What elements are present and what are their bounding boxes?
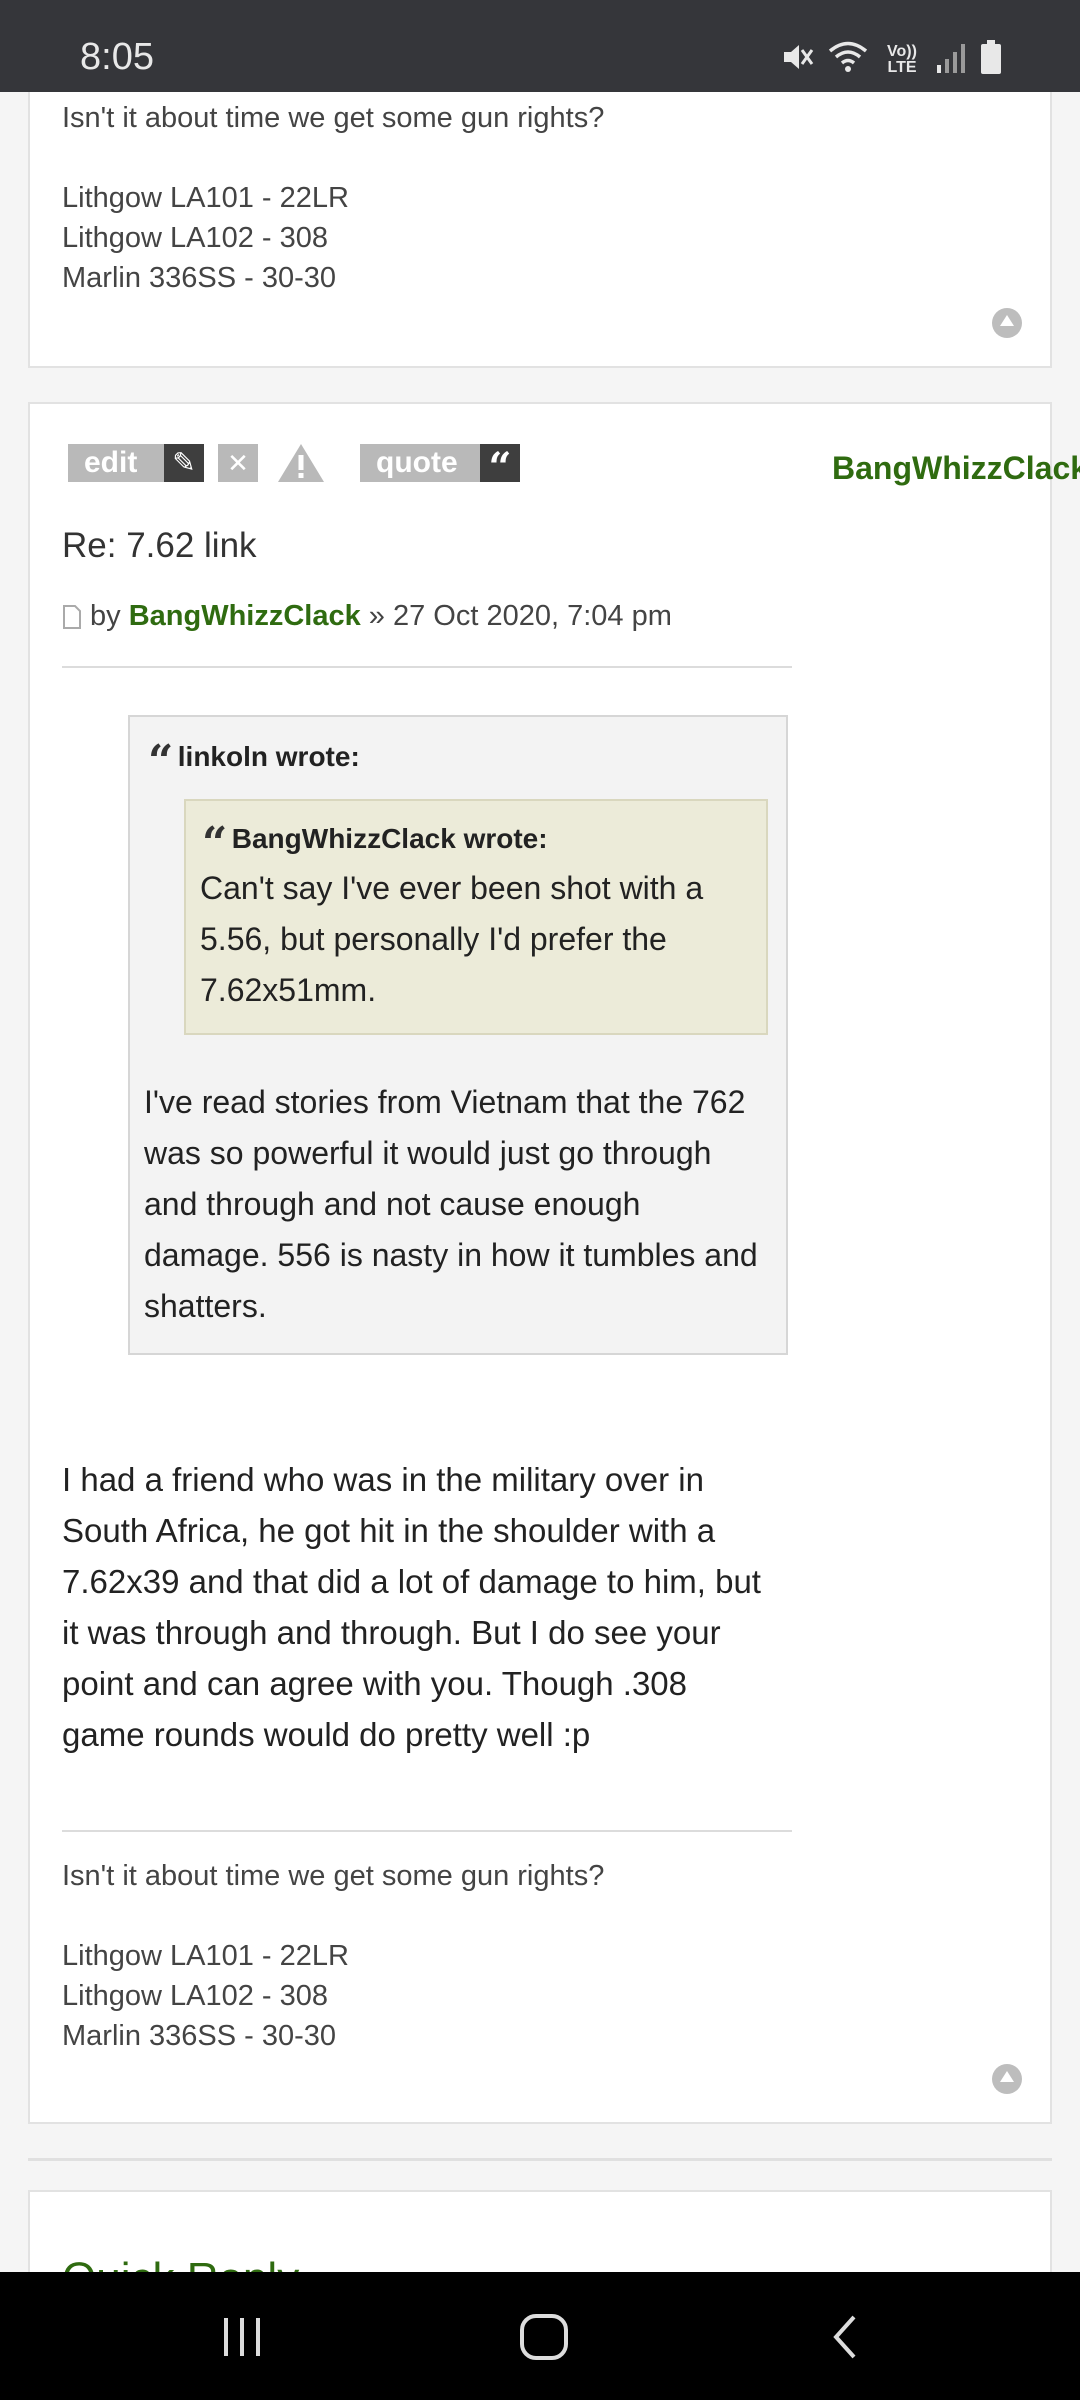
body-line: game rounds would do pretty well :p xyxy=(62,1716,591,1753)
quote-mark-icon: “ xyxy=(202,817,228,869)
body-line: I had a friend who was in the military o… xyxy=(62,1461,704,1498)
signature-line: Lithgow LA101 - 22LR xyxy=(62,182,349,214)
quick-reply-panel: Quick Reply xyxy=(28,2190,1052,2272)
back-to-top-icon[interactable] xyxy=(992,2064,1022,2094)
body-line: point and can agree with you. Though .30… xyxy=(62,1665,688,1702)
quote-line: 5.56, but personally I'd prefer the xyxy=(200,921,667,957)
post-meta-by: by xyxy=(90,600,121,632)
back-button[interactable] xyxy=(822,2312,872,2362)
post: edit ✎ ✕ quote “ BangWhizzClack Re: 7.62 l… xyxy=(28,402,1080,2124)
signature-line: Isn't it about time we get some gun righ… xyxy=(62,102,605,134)
back-icon xyxy=(833,2315,856,2359)
post-body: I had a friend who was in the military o… xyxy=(62,1454,761,1760)
quote-block: “ linkoln wrote: “ BangWhizzClack wrote:… xyxy=(128,715,788,1355)
quote-line: I've read stories from Vietnam that the … xyxy=(144,1084,746,1120)
nested-quote-cite: “ BangWhizzClack wrote: xyxy=(202,817,548,869)
signature-line: Isn't it about time we get some gun righ… xyxy=(62,1860,605,1892)
nested-quote-author: BangWhizzClack wrote: xyxy=(231,823,548,854)
quote-line: damage. 556 is nasty in how it tumbles a… xyxy=(144,1237,758,1273)
section-divider xyxy=(28,2158,1052,2161)
signature-line: Marlin 336SS - 30-30 xyxy=(62,2020,337,2052)
nested-quote-text: Can't say I've ever been shot with a 5.5… xyxy=(200,863,703,1016)
post-title[interactable]: Re: 7.62 link xyxy=(62,526,257,566)
close-icon: ✕ xyxy=(227,448,249,478)
body-line: it was through and through. But I do see… xyxy=(62,1614,721,1651)
edit-button-label: edit xyxy=(84,446,138,479)
quote-button-label: quote xyxy=(376,446,458,479)
quote-line: and through and not cause enough xyxy=(144,1186,641,1222)
report-button[interactable] xyxy=(276,442,326,484)
quote-text: I've read stories from Vietnam that the … xyxy=(144,1077,758,1332)
quick-reply-title[interactable]: Quick Reply xyxy=(62,2254,299,2272)
quote-icon: “ xyxy=(480,444,520,491)
delete-button[interactable]: ✕ xyxy=(218,444,258,482)
signature-line: Lithgow LA102 - 308 xyxy=(62,222,329,254)
status-bar: 8:05 Vo)) LTE xyxy=(0,0,1080,92)
status-time: 8:05 xyxy=(80,36,154,78)
signature-divider xyxy=(62,1830,792,1832)
navigation-bar xyxy=(0,2272,1080,2400)
nested-quote-block: “ BangWhizzClack wrote: Can't say I've e… xyxy=(184,799,768,1035)
signature-line: Lithgow LA101 - 22LR xyxy=(62,1940,349,1972)
quote-author: linkoln wrote: xyxy=(177,741,360,772)
recents-icon xyxy=(224,2318,260,2356)
body-line: 7.62x39 and that did a lot of damage to … xyxy=(62,1563,761,1600)
status-icons: Vo)) LTE xyxy=(780,40,1002,79)
post-meta: by BangWhizzClack » 27 Oct 2020, 7:04 pm xyxy=(62,600,672,633)
body-line: South Africa, he got hit in the shoulder… xyxy=(62,1512,716,1549)
wifi-icon xyxy=(828,40,868,79)
quote-line: was so powerful it would just go through xyxy=(144,1135,712,1171)
home-icon xyxy=(520,2314,568,2360)
post-date: » 27 Oct 2020, 7:04 pm xyxy=(368,600,672,632)
topic-content: Isn't it about time we get some gun righ… xyxy=(0,92,1080,2272)
quote-cite: “ linkoln wrote: xyxy=(148,735,360,787)
quote-button[interactable]: quote “ xyxy=(360,444,520,491)
pencil-icon: ✎ xyxy=(164,444,204,482)
volte-icon: Vo)) LTE xyxy=(887,42,917,76)
post-author-sidebar[interactable]: BangWhizzClack xyxy=(832,450,1080,487)
header-divider xyxy=(62,666,792,668)
battery-icon xyxy=(980,40,1002,79)
file-icon[interactable] xyxy=(62,605,82,629)
quote-mark-icon: “ xyxy=(148,735,174,787)
post-author-link[interactable]: BangWhizzClack xyxy=(129,600,361,632)
signal-icon xyxy=(936,41,966,78)
home-button[interactable] xyxy=(516,2312,572,2362)
post-signature: Isn't it about time we get some gun righ… xyxy=(62,1856,604,2056)
edit-button[interactable]: edit ✎ xyxy=(68,444,204,482)
recent-apps-button[interactable] xyxy=(212,2312,272,2362)
quote-line: shatters. xyxy=(144,1288,267,1324)
signature-line: Marlin 336SS - 30-30 xyxy=(62,262,337,294)
back-to-top-icon[interactable] xyxy=(992,308,1022,338)
quote-line: Can't say I've ever been shot with a xyxy=(200,870,704,906)
post-signature: Isn't it about time we get some gun righ… xyxy=(62,98,604,298)
previous-post: Isn't it about time we get some gun righ… xyxy=(28,92,1052,368)
quote-line: 7.62x51mm. xyxy=(200,972,377,1008)
warning-icon xyxy=(278,444,324,482)
signature-line: Lithgow LA102 - 308 xyxy=(62,1980,329,2012)
mute-icon xyxy=(780,40,814,79)
